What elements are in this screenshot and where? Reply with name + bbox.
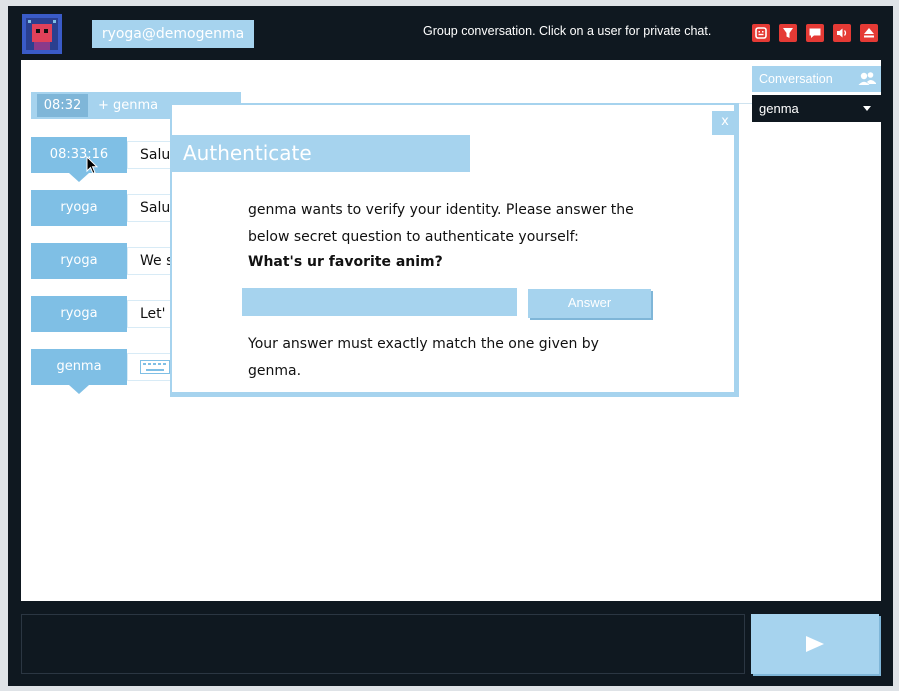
- chat-icon[interactable]: [806, 24, 824, 42]
- nickname-button[interactable]: ryoga@demogenma: [92, 20, 254, 48]
- message-author[interactable]: ryoga: [31, 190, 127, 226]
- authenticate-dialog: Authenticate x genma wants to verify you…: [170, 103, 739, 397]
- message-tail: [69, 385, 89, 394]
- message-input[interactable]: [21, 614, 745, 674]
- dialog-title: Authenticate: [172, 135, 470, 172]
- user-avatar[interactable]: [22, 14, 62, 54]
- mouse-cursor-icon: [86, 156, 98, 175]
- conversation-status-text: Group conversation. Click on a user for …: [423, 24, 712, 38]
- conversation-header: Conversation: [752, 66, 881, 92]
- secret-question: What's ur favorite anim?: [248, 254, 443, 270]
- eject-icon[interactable]: [860, 24, 878, 42]
- conversation-select[interactable]: genma: [752, 95, 881, 122]
- dialog-note: Your answer must exactly match the one g…: [248, 336, 599, 379]
- filter-icon[interactable]: [779, 24, 797, 42]
- people-icon: [858, 72, 876, 85]
- send-icon: [806, 636, 824, 652]
- message-author[interactable]: ryoga: [31, 243, 127, 279]
- conversation-select-value: genma: [759, 101, 799, 116]
- close-button[interactable]: x: [712, 111, 738, 135]
- message-timestamp[interactable]: 08:33:16: [31, 137, 127, 173]
- answer-input[interactable]: [242, 288, 517, 316]
- dialog-instructions: genma wants to verify your identity. Ple…: [248, 202, 634, 245]
- join-text: + genma: [98, 98, 159, 113]
- keyboard-icon: [140, 360, 170, 374]
- smiley-icon[interactable]: [752, 24, 770, 42]
- message-author[interactable]: genma: [31, 349, 127, 385]
- chevron-down-icon: [863, 106, 871, 111]
- join-time: 08:32: [37, 94, 88, 117]
- conversation-label: Conversation: [759, 72, 833, 86]
- send-button[interactable]: [751, 614, 879, 674]
- answer-button[interactable]: Answer: [528, 289, 651, 318]
- message-author[interactable]: ryoga: [31, 296, 127, 332]
- volume-icon[interactable]: [833, 24, 851, 42]
